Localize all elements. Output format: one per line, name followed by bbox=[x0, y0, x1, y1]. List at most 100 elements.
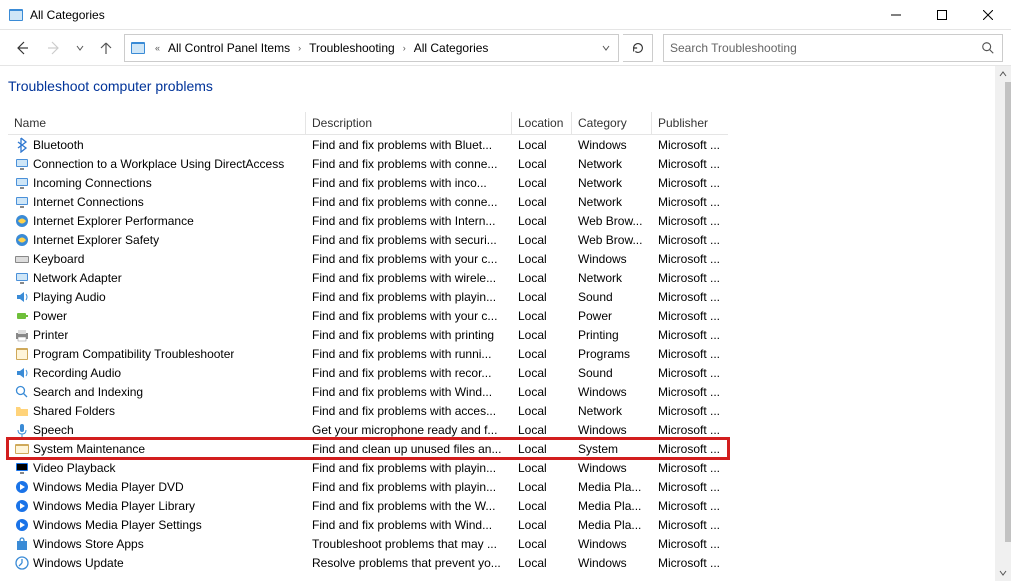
close-button[interactable] bbox=[965, 0, 1011, 30]
cell-location: Local bbox=[512, 385, 572, 399]
history-dropdown[interactable] bbox=[72, 34, 88, 62]
table-row[interactable]: PrinterFind and fix problems with printi… bbox=[8, 325, 728, 344]
table-row[interactable]: Incoming ConnectionsFind and fix problem… bbox=[8, 173, 728, 192]
table-row[interactable]: Windows Store Apps Troubleshoot problems … bbox=[8, 534, 728, 553]
table-row[interactable]: Network AdapterFind and fix problems wit… bbox=[8, 268, 728, 287]
cell-description: Find and fix problems with Intern... bbox=[306, 214, 512, 228]
cell-name: Windows Media Player Library bbox=[8, 498, 306, 514]
table-row[interactable]: Windows Media Player DVDFind and fix pro… bbox=[8, 477, 728, 496]
row-label: Keyboard bbox=[33, 252, 84, 266]
breadcrumb-item[interactable]: All Control Panel Items bbox=[164, 39, 294, 57]
table-row[interactable]: Keyboard Find and fix problems with your … bbox=[8, 249, 728, 268]
maximize-button[interactable] bbox=[919, 0, 965, 30]
cell-category: Power bbox=[572, 309, 652, 323]
scroll-thumb[interactable] bbox=[1005, 82, 1011, 542]
table-row[interactable]: Windows Media Player LibraryFind and fix… bbox=[8, 496, 728, 515]
table-row[interactable]: BluetoothFind and fix problems with Blue… bbox=[8, 135, 728, 154]
table-row[interactable]: Video PlaybackFind and fix problems with… bbox=[8, 458, 728, 477]
row-label: Speech bbox=[33, 423, 74, 437]
cell-name: Connection to a Workplace Using DirectAc… bbox=[8, 156, 306, 172]
cell-category: Media Pla... bbox=[572, 518, 652, 532]
address-bar[interactable]: « All Control Panel Items › Troubleshoot… bbox=[124, 34, 619, 62]
breadcrumb-item[interactable]: All Categories bbox=[410, 39, 493, 57]
cell-description: Find and fix problems with inco... bbox=[306, 176, 512, 190]
cell-name: Internet Explorer Safety bbox=[8, 232, 306, 248]
table-row[interactable]: SpeechGet your microphone ready and f...… bbox=[8, 420, 728, 439]
breadcrumb-item[interactable]: Troubleshooting bbox=[305, 39, 399, 57]
table-row[interactable]: Connection to a Workplace Using DirectAc… bbox=[8, 154, 728, 173]
bluetooth-icon bbox=[14, 137, 30, 153]
cell-location: Local bbox=[512, 347, 572, 361]
cell-publisher: Microsoft ... bbox=[652, 480, 728, 494]
cell-name: Bluetooth bbox=[8, 137, 306, 153]
cell-location: Local bbox=[512, 328, 572, 342]
scroll-down-button[interactable] bbox=[995, 565, 1011, 581]
column-header-description[interactable]: Description bbox=[306, 112, 512, 134]
table-row[interactable]: Internet Explorer Performance Find and fi… bbox=[8, 211, 728, 230]
table-row[interactable]: Internet ConnectionsFind and fix problem… bbox=[8, 192, 728, 211]
cell-location: Local bbox=[512, 309, 572, 323]
cell-name: Program Compatibility Troubleshooter bbox=[8, 346, 306, 362]
audio-icon bbox=[14, 365, 30, 381]
address-dropdown[interactable] bbox=[596, 36, 616, 60]
cell-category: Sound bbox=[572, 366, 652, 380]
chevron-right-icon[interactable]: › bbox=[399, 43, 410, 53]
table-row[interactable]: Recording AudioFind and fix problems wit… bbox=[8, 363, 728, 382]
search-box[interactable] bbox=[663, 34, 1003, 62]
back-button[interactable] bbox=[8, 34, 36, 62]
row-label: Printer bbox=[33, 328, 68, 342]
table-row[interactable]: Windows UpdateResolve problems that prev… bbox=[8, 553, 728, 572]
table-row[interactable]: Shared FoldersFind and fix problems with… bbox=[8, 401, 728, 420]
column-header-category[interactable]: Category bbox=[572, 112, 652, 134]
scroll-up-button[interactable] bbox=[995, 66, 1011, 82]
cell-location: Local bbox=[512, 518, 572, 532]
column-header-location[interactable]: Location bbox=[512, 112, 572, 134]
forward-button[interactable] bbox=[40, 34, 68, 62]
cell-location: Local bbox=[512, 195, 572, 209]
cell-description: Troubleshoot problems that may ... bbox=[306, 537, 512, 551]
row-label: Recording Audio bbox=[33, 366, 121, 380]
vertical-scrollbar[interactable] bbox=[995, 66, 1011, 581]
table-row[interactable]: Search and IndexingFind and fix problems… bbox=[8, 382, 728, 401]
up-button[interactable] bbox=[92, 34, 120, 62]
search-icon[interactable] bbox=[974, 35, 1002, 61]
table-row[interactable]: Program Compatibility TroubleshooterFind… bbox=[8, 344, 728, 363]
cell-category: Web Brow... bbox=[572, 233, 652, 247]
row-label: Playing Audio bbox=[33, 290, 106, 304]
navbar: « All Control Panel Items › Troubleshoot… bbox=[0, 30, 1011, 66]
cell-description: Find and fix problems with playin... bbox=[306, 461, 512, 475]
chevron-right-icon[interactable]: › bbox=[294, 43, 305, 53]
table-row[interactable]: PowerFind and fix problems with your c..… bbox=[8, 306, 728, 325]
row-label: Internet Explorer Performance bbox=[33, 214, 194, 228]
cell-category: Windows bbox=[572, 461, 652, 475]
cell-name: Printer bbox=[8, 327, 306, 343]
search-input[interactable] bbox=[664, 41, 974, 55]
table-row[interactable]: Windows Media Player SettingsFind and fi… bbox=[8, 515, 728, 534]
cell-description: Find and fix problems with playin... bbox=[306, 480, 512, 494]
row-label: Program Compatibility Troubleshooter bbox=[33, 347, 234, 361]
cell-category: Media Pla... bbox=[572, 499, 652, 513]
cell-publisher: Microsoft ... bbox=[652, 385, 728, 399]
cell-publisher: Microsoft ... bbox=[652, 271, 728, 285]
cell-location: Local bbox=[512, 499, 572, 513]
row-label: Power bbox=[33, 309, 67, 323]
column-header-publisher[interactable]: Publisher bbox=[652, 112, 728, 134]
row-label: Windows Store Apps bbox=[33, 537, 144, 551]
row-label: Windows Update bbox=[33, 556, 124, 570]
cell-category: Windows bbox=[572, 556, 652, 570]
minimize-button[interactable] bbox=[873, 0, 919, 30]
cell-location: Local bbox=[512, 537, 572, 551]
table-row[interactable]: Playing Audio Find and fix problems with … bbox=[8, 287, 728, 306]
refresh-button[interactable] bbox=[623, 34, 653, 62]
table-row[interactable]: System MaintenanceFind and clean up unus… bbox=[8, 439, 728, 458]
column-header-name[interactable]: Name bbox=[8, 112, 306, 134]
cell-description: Find and fix problems with your c... bbox=[306, 252, 512, 266]
cell-description: Find and fix problems with playin... bbox=[306, 290, 512, 304]
cell-description: Find and fix problems with securi... bbox=[306, 233, 512, 247]
table-row[interactable]: Internet Explorer SafetyFind and fix pro… bbox=[8, 230, 728, 249]
cell-name: Power bbox=[8, 308, 306, 324]
audio-icon bbox=[14, 289, 30, 305]
cell-category: Windows bbox=[572, 423, 652, 437]
store-icon bbox=[14, 536, 30, 552]
breadcrumb-prefix-chevron[interactable]: « bbox=[151, 43, 164, 53]
